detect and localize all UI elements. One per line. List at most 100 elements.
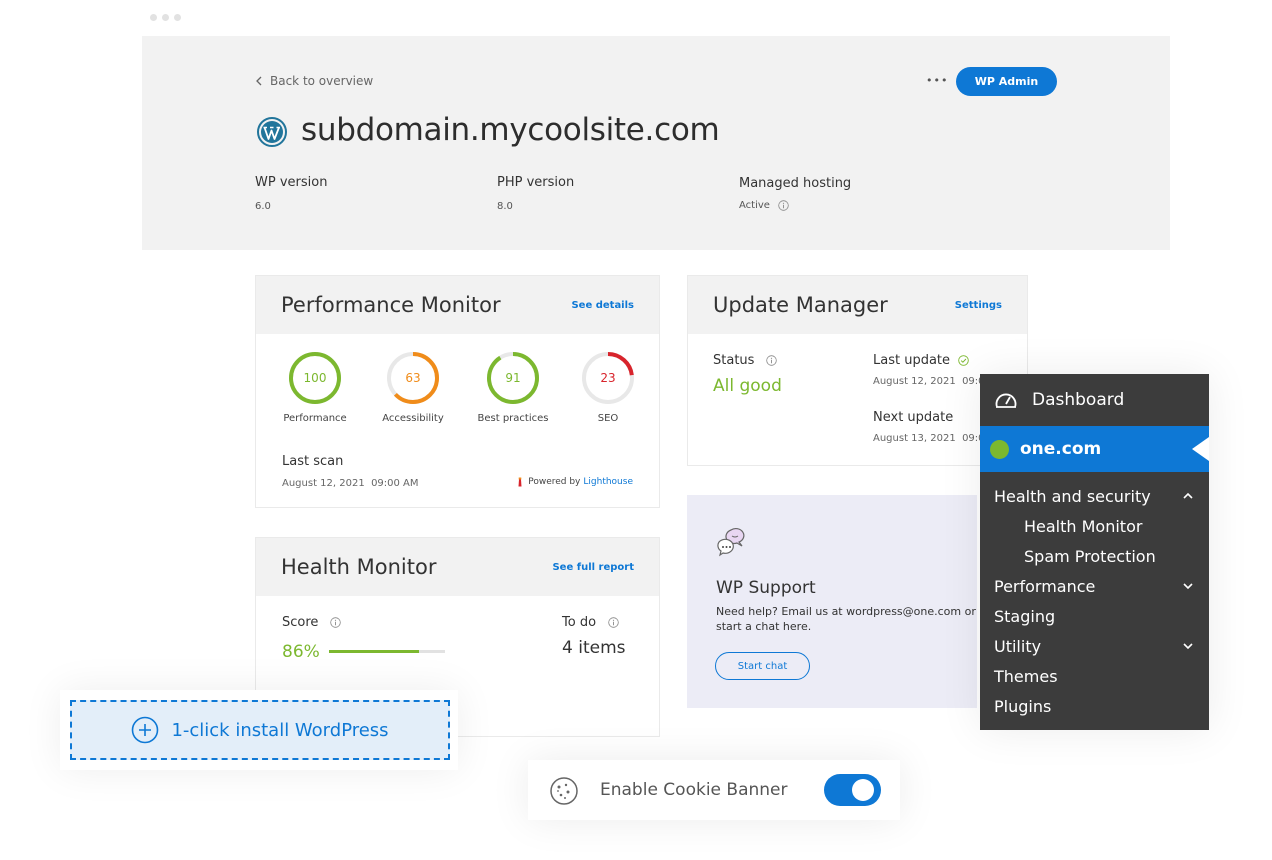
wordpress-logo-icon [257,117,287,147]
chevron-down-icon[interactable] [1183,641,1193,651]
hosting-value: Active [739,200,770,211]
score-progress-fill [329,650,420,653]
lighthouse-link[interactable]: Lighthouse [583,477,633,487]
update-card-header: Update Manager Settings [688,276,1027,334]
toggle-knob [852,779,874,801]
wp-support-card: WP Support Need help? Email us at wordpr… [687,495,977,708]
support-text-line-2: start a chat here. [716,620,812,633]
start-chat-button[interactable]: Start chat [715,652,810,680]
gauge-label: Accessibility [382,413,444,424]
menu-item-health-and-security[interactable]: Health and security [994,487,1151,506]
todo-label: To do [562,615,597,630]
status-value: All good [713,376,782,396]
powered-by: Powered by Lighthouse [517,477,633,487]
gauge-ring: 23 [582,352,634,404]
menu-item-utility[interactable]: Utility [994,637,1041,656]
menu-item-plugins[interactable]: Plugins [994,697,1051,716]
window-dot [174,14,181,21]
info-icon[interactable] [766,355,778,366]
back-label: Back to overview [270,74,374,88]
wp-version-label: WP version [255,175,328,190]
cookie-banner-callout: Enable Cookie Banner [528,760,900,820]
last-scan-label: Last scan [282,454,344,469]
window-dots [150,14,181,21]
site-title: subdomain.mycoolsite.com [301,112,720,148]
admin-side-menu: Dashboard one.com Health and security He… [980,374,1209,730]
back-to-overview-link[interactable]: Back to overview [256,74,373,88]
gauge-ring: 100 [289,352,341,404]
plus-circle-icon [132,716,159,744]
support-title: WP Support [716,578,816,598]
install-label: 1-click install WordPress [171,719,389,741]
managed-hosting-label: Managed hosting [739,176,852,191]
gauge-accessibility: 63 Accessibility [382,351,444,424]
php-version-label: PHP version [497,175,575,190]
chevron-left-icon [256,76,262,86]
last-update-label-row: Last update [873,353,969,368]
menu-item-spam-protection[interactable]: Spam Protection [1024,547,1156,566]
gauge-seo: 23 SEO [581,351,635,424]
health-card-header: Health Monitor See full report [256,538,659,596]
gauge-ring: 91 [487,352,539,404]
wp-admin-button[interactable]: WP Admin [956,67,1057,96]
managed-hosting-status: Active [739,200,789,211]
update-title: Update Manager [713,293,888,317]
gauge-row: 100 Performance 63 Accessibility 91 Best prac… [256,276,659,436]
menu-item-staging[interactable]: Staging [994,607,1055,626]
window-dot [162,14,169,21]
cookie-banner-toggle[interactable] [824,774,881,806]
performance-monitor-card: Performance Monitor See details 100 Perfo… [255,275,660,508]
info-icon[interactable] [330,617,342,628]
window-dot [150,14,157,21]
wp-version-value: 6.0 [255,201,271,212]
gauge-ring: 63 [387,352,439,404]
health-title: Health Monitor [281,555,437,579]
status-label: Status [713,353,755,368]
gauge-performance: 100 Performance [283,351,347,424]
chat-bubbles-icon [717,527,745,557]
chevron-up-icon[interactable] [1183,491,1193,501]
check-circle-icon [958,355,969,366]
gauge-value: 100 [304,371,327,385]
settings-link[interactable]: Settings [955,300,1002,311]
see-full-report-link[interactable]: See full report [552,562,634,573]
one-com-logo-icon [990,440,1009,459]
one-click-install-button[interactable]: 1-click install WordPress [70,700,450,760]
gauge-best-practices: 91 Best practices [478,351,548,424]
gauge-label: Best practices [477,413,549,424]
one-com-label: one.com [1020,439,1102,459]
score-label-row: Score [282,615,342,630]
dashboard-gauge-icon [995,393,1017,408]
status-label-row: Status [713,353,778,368]
menu-item-health-monitor[interactable]: Health Monitor [1024,517,1142,536]
info-icon[interactable] [778,200,789,211]
next-update-label: Next update [873,410,954,425]
info-icon[interactable] [608,617,619,628]
score-value: 86% [282,642,320,662]
dashboard-label: Dashboard [1032,390,1125,410]
gauge-value: 23 [600,371,615,385]
update-manager-card: Update Manager Settings Status All good … [687,275,1028,466]
lighthouse-icon [518,477,522,487]
menu-dashboard[interactable]: Dashboard [980,374,1209,426]
support-text-line-1: Need help? Email us at wordpress@one.com… [716,605,976,618]
last-update-value: August 12, 2021 09:0 [873,376,985,387]
active-pointer-icon [1192,437,1209,461]
more-options-button[interactable]: ••• [926,74,948,87]
gauge-value: 63 [405,371,420,385]
gauge-label: Performance [283,413,347,424]
next-update-value: August 13, 2021 09:0 [873,433,985,444]
powered-by-prefix: Powered by [528,477,581,487]
score-progress-track [329,650,445,653]
chevron-down-icon[interactable] [1183,581,1193,591]
cookie-banner-label: Enable Cookie Banner [600,780,788,800]
gauge-value: 91 [505,371,520,385]
menu-item-themes[interactable]: Themes [994,667,1058,686]
todo-label-row: To do [562,615,619,630]
todo-value: 4 items [562,638,626,658]
menu-one-com[interactable]: one.com [980,426,1209,472]
last-update-label: Last update [873,353,951,368]
menu-item-performance[interactable]: Performance [994,577,1095,596]
score-label: Score [282,615,319,630]
cookie-icon [550,777,578,805]
